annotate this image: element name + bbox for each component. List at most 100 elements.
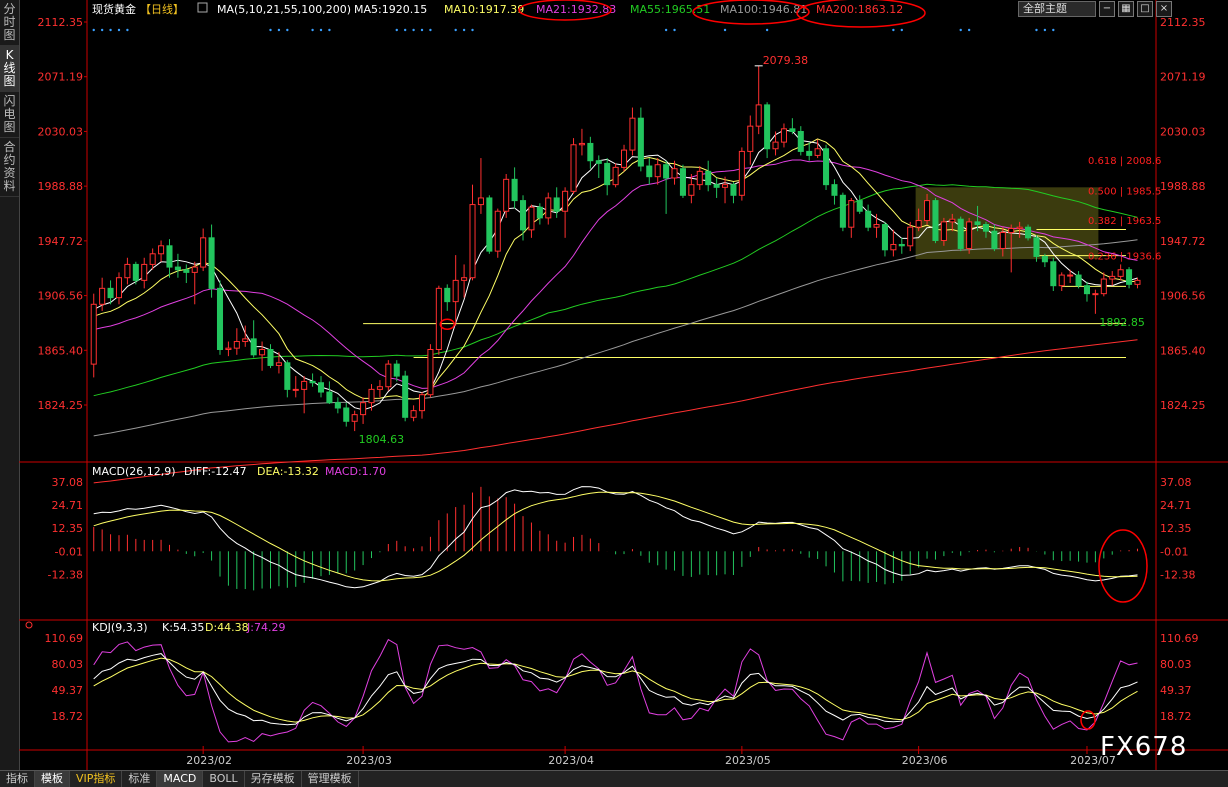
marker-dot [471,28,474,32]
marker-dot [126,28,129,32]
marker-dot [311,28,314,32]
marker-dot [1043,28,1047,32]
candle-body [621,149,628,168]
candle-body [713,184,720,188]
bottom-tab-1[interactable]: 模板 [35,771,70,787]
candle-body [242,338,249,343]
marker-dot [723,28,727,32]
main-ytick-right-6: 1865.40 [1160,344,1206,357]
candle-body [259,348,266,356]
candle-body [1033,237,1040,257]
marker-dot [429,28,432,32]
candle-body [317,382,325,393]
bottom-tab-5[interactable]: BOLL [203,771,245,787]
top-right-controls: 全部主题 − ▦ □ × [1018,1,1172,17]
candle-body [99,287,106,305]
main-ytick-left-5: 1906.56 [38,290,84,303]
candle-body [688,184,695,196]
candle-body [789,128,796,132]
left-tab-0[interactable]: 分时图 [0,0,19,46]
theme-select[interactable]: 全部主题 [1018,1,1096,17]
fib-label-1: 0.500 | 1985.5 [1088,187,1161,198]
bottom-tab-4[interactable]: MACD [157,771,204,787]
candle-body [183,269,190,273]
marker-dot [328,28,331,32]
candle-body [1126,269,1133,285]
main-ytick-right-3: 1988.88 [1160,180,1206,193]
candle-body [1016,226,1023,230]
watermark: FX678 [1100,732,1188,762]
candle-body [831,184,838,196]
main-ytick-left-0: 2112.35 [38,16,84,29]
candle-body [275,362,282,366]
candle-body [553,197,560,212]
kdj-ytick-right-3: 18.72 [1160,710,1192,723]
candle-body [780,128,787,143]
main-ytick-left-3: 1988.88 [38,180,84,193]
candle-body [1008,228,1015,234]
candle-body [814,148,821,156]
candle-body [991,230,998,249]
left-tab-1[interactable]: K线图 [0,46,19,92]
main-ytick-right-5: 1906.56 [1160,290,1206,303]
candle-body [1050,261,1057,287]
candle-body [1075,274,1082,287]
close-icon[interactable]: × [1156,1,1172,17]
fib-label-2: 0.382 | 1963.5 [1088,216,1161,227]
fib-label-0: 0.618 | 2008.6 [1088,156,1161,167]
candle-body [663,164,670,179]
main-ytick-right-0: 2112.35 [1160,16,1206,29]
candle-body [519,200,527,231]
candle-body [343,407,350,422]
candle-body [966,221,973,249]
candle-body [107,287,114,299]
candle-body [494,210,501,252]
candle-body [1025,226,1032,239]
candle-body [940,221,947,241]
marker-dot [403,28,407,32]
main-ytick-right-4: 1947.72 [1160,235,1206,248]
candle-body [545,197,552,219]
bottom-tab-3[interactable]: 标准 [122,771,158,787]
candle-body [924,200,931,222]
candle-body [823,148,830,186]
kdj-d: D:44.38 [205,621,249,634]
marker-dot [1052,28,1055,32]
bottom-tab-2[interactable]: VIP指标 [70,771,123,787]
candle-body [907,226,914,247]
candle-body [393,363,400,377]
left-tab-3[interactable]: 合约资料 [0,138,19,197]
chart-area: 2112.35 2112.35 2071.19 2071.19 2030.03 2030.… [19,0,1228,770]
candle-body [191,266,198,273]
main-ytick-left-1: 2071.19 [38,71,84,84]
grid-icon[interactable]: ▦ [1118,1,1134,17]
candle-body [141,263,148,281]
left-tab-2[interactable]: 闪电图 [0,92,19,138]
marker-dot [673,28,676,32]
minus-icon[interactable]: − [1099,1,1115,17]
macd-ytick-left-2: 12.35 [52,522,84,535]
candle-body [461,277,468,281]
candle-body [1058,274,1065,287]
xlabel-1: 2023/03 [346,754,392,767]
bottom-tab-7[interactable]: 管理模板 [302,771,359,787]
candle-body [166,245,173,268]
kdj-settings-icon [25,621,33,629]
candle-body [747,125,754,152]
candle-body [881,224,888,251]
marker-dot [967,28,971,32]
candle-body [722,184,729,188]
marker-dot [420,28,424,32]
candle-body [587,142,594,162]
bottom-tab-6[interactable]: 另存模板 [245,771,302,787]
candle-body [873,224,880,228]
bottom-tab-0[interactable]: 指标 [0,771,35,787]
macd-ytick-left-1: 24.71 [52,499,84,512]
maximize-icon[interactable]: □ [1137,1,1153,17]
candle-body [208,237,215,289]
candle-body [949,218,956,223]
candle-body [957,218,964,249]
candle-body [385,363,392,388]
marker-dot [900,28,903,32]
macd-ytick-right-0: 37.08 [1160,476,1192,489]
